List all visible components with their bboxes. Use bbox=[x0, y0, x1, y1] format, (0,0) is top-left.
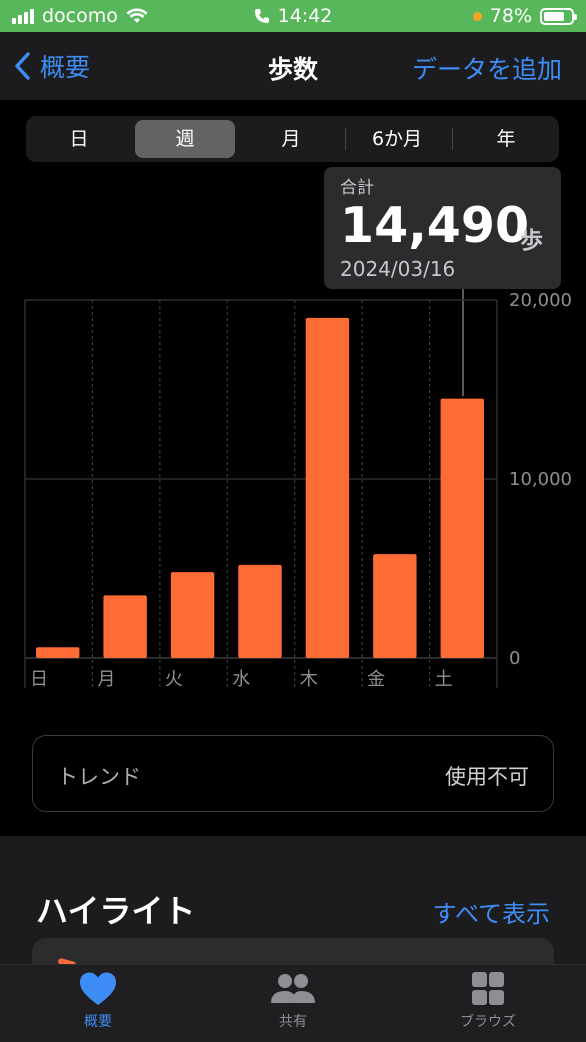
highlights-title: ハイライト bbox=[36, 892, 196, 930]
highlights-section: ハイライト すべて表示 bbox=[0, 836, 586, 998]
bar-5 bbox=[305, 317, 350, 658]
battery-icon bbox=[540, 7, 577, 25]
y-tick-label: 10,000 bbox=[509, 469, 572, 490]
y-tick-label: 0 bbox=[509, 648, 520, 669]
heart-icon bbox=[80, 972, 116, 1005]
x-tick-label: 土 bbox=[435, 669, 453, 690]
y-tick-label: 20,000 bbox=[509, 290, 572, 311]
navigation-bar: 概要 歩数 データを追加 bbox=[0, 32, 586, 100]
x-tick-label: 火 bbox=[165, 669, 183, 690]
callout-label: 合計 bbox=[340, 178, 374, 198]
period-month[interactable]: 月 bbox=[241, 120, 341, 158]
tab-sharing[interactable]: 共有 bbox=[223, 971, 363, 1031]
bar-2 bbox=[103, 595, 147, 658]
grid-icon bbox=[472, 972, 504, 1005]
bar-1 bbox=[36, 647, 80, 658]
tab-bar: 概要 共有 ブラウズ bbox=[0, 964, 586, 1042]
tab-summary[interactable]: 概要 bbox=[28, 971, 168, 1031]
x-tick-label: 月 bbox=[97, 669, 115, 690]
period-segmented-control: 日 週 月 6か月 年 bbox=[26, 116, 559, 162]
bar-4 bbox=[238, 564, 282, 658]
steps-bar-chart[interactable]: 日 月 火 水 木 金 土 0 10,000 20,000 bbox=[0, 288, 586, 698]
add-data-button[interactable]: データを追加 bbox=[412, 50, 562, 86]
tab-browse[interactable]: ブラウズ bbox=[418, 971, 558, 1031]
tab-label: ブラウズ bbox=[460, 1014, 516, 1030]
x-tick-label: 日 bbox=[30, 669, 48, 690]
trend-label: トレンド bbox=[57, 765, 141, 789]
tab-label: 概要 bbox=[84, 1014, 112, 1030]
x-tick-label: 金 bbox=[367, 669, 385, 690]
trend-card[interactable]: トレンド 使用不可 bbox=[32, 735, 554, 812]
trend-value: 使用不可 bbox=[445, 765, 529, 789]
tab-label: 共有 bbox=[279, 1014, 307, 1030]
status-bar: docomo 14:42 78% bbox=[0, 0, 586, 32]
callout-unit: 歩 bbox=[520, 228, 543, 254]
segment-divider bbox=[452, 128, 453, 150]
segment-divider bbox=[345, 128, 346, 150]
period-6-months[interactable]: 6か月 bbox=[347, 120, 447, 158]
callout-value: 14,490 bbox=[340, 197, 530, 254]
battery-percent: 78% bbox=[489, 5, 532, 27]
period-week[interactable]: 週 bbox=[135, 120, 235, 158]
x-tick-label: 水 bbox=[232, 669, 250, 690]
callout-date: 2024/03/16 bbox=[340, 257, 456, 281]
bar-7 bbox=[440, 398, 484, 658]
phone-icon bbox=[254, 9, 269, 23]
steps-detail: 日 週 月 6か月 年 合計 14,490 歩 2024/03/16 日月火水木… bbox=[0, 100, 586, 836]
battery-group: 78% bbox=[472, 5, 577, 27]
see-all-link[interactable]: すべて表示 bbox=[433, 894, 550, 929]
period-year[interactable]: 年 bbox=[456, 120, 556, 158]
people-icon bbox=[271, 974, 315, 1003]
privacy-indicator-icon bbox=[472, 11, 482, 21]
bar-3 bbox=[170, 572, 215, 658]
bar-6 bbox=[373, 554, 417, 658]
selection-callout: 合計 14,490 歩 2024/03/16 bbox=[324, 167, 561, 289]
period-day[interactable]: 日 bbox=[29, 120, 129, 158]
x-tick-label: 木 bbox=[300, 669, 318, 690]
clock: 14:42 bbox=[277, 5, 333, 27]
